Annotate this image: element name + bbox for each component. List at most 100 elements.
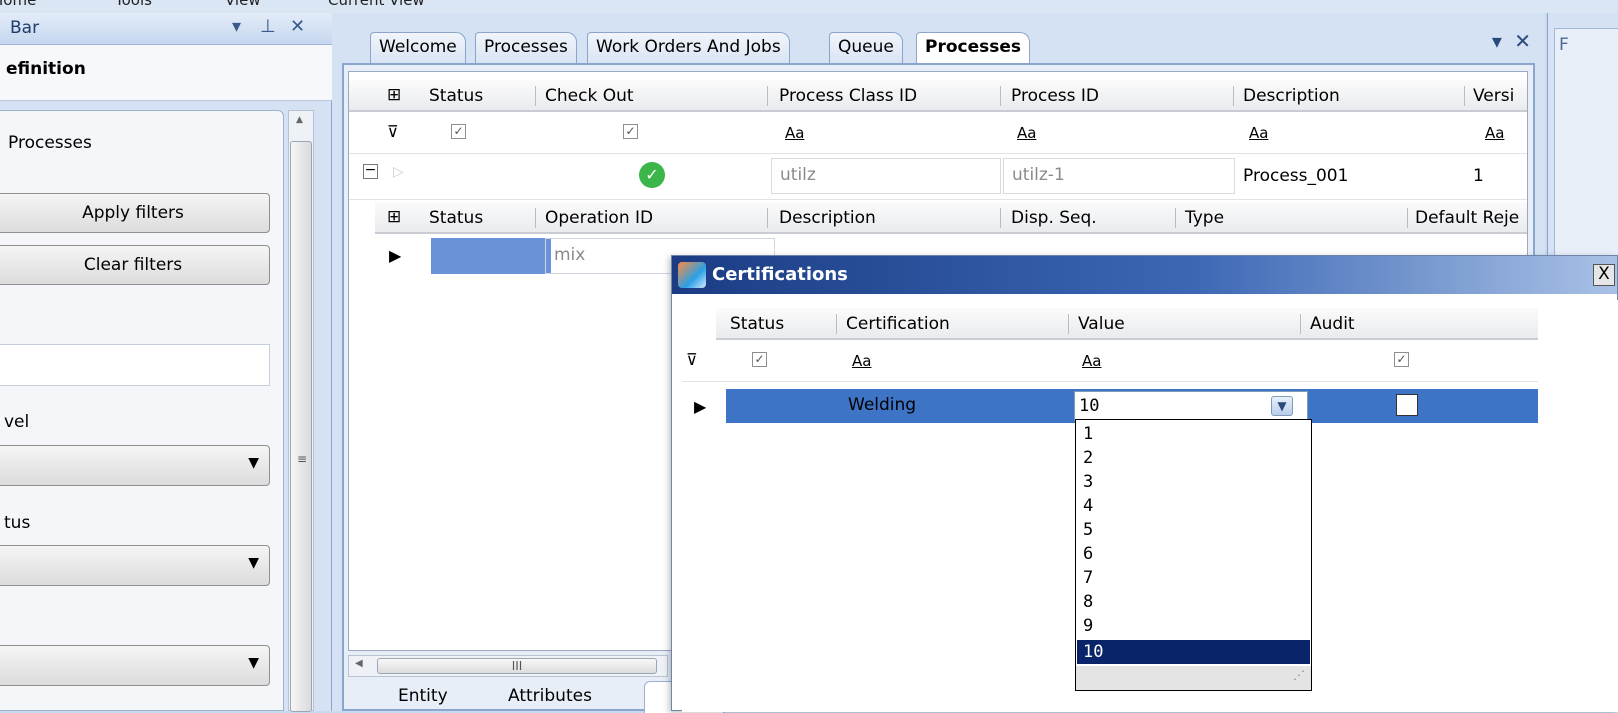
status-label: tus: [4, 513, 31, 533]
tab-welcome[interactable]: Welcome: [370, 32, 466, 63]
status-filter-checkbox[interactable]: ✓: [451, 124, 466, 139]
scroll-up-icon[interactable]: ▲: [296, 115, 303, 125]
chevron-down-icon[interactable]: ▾: [1492, 29, 1502, 53]
column-separator: [836, 314, 837, 334]
certification-row-selected[interactable]: Welding 10 ▼: [726, 389, 1538, 423]
value-filter[interactable]: Aa: [1082, 352, 1101, 370]
column-chooser-icon[interactable]: ⊞: [387, 85, 401, 105]
value-option-10-selected[interactable]: 10: [1077, 640, 1310, 665]
op-column-disp-seq[interactable]: Disp. Seq.: [1011, 208, 1097, 228]
cert-status-filter-checkbox[interactable]: ✓: [752, 352, 767, 367]
value-combo[interactable]: 10 ▼: [1074, 391, 1308, 421]
process-class-id-cell[interactable]: utilz: [771, 158, 1001, 194]
dropdown-arrow-icon: ▼: [248, 455, 259, 471]
tab-attributes[interactable]: Attributes: [498, 681, 602, 713]
scrollbar-thumb[interactable]: III: [377, 658, 657, 674]
close-icon[interactable]: X: [1593, 264, 1615, 286]
column-status[interactable]: Status: [429, 86, 483, 106]
check-out-filter-checkbox[interactable]: ✓: [623, 124, 638, 139]
filter-icon[interactable]: ⊽: [387, 122, 399, 141]
collapse-icon[interactable]: −: [363, 163, 378, 179]
left-vertical-scrollbar[interactable]: ▲ ≡: [288, 110, 314, 712]
apply-filters-button[interactable]: Apply filters: [0, 193, 270, 233]
column-process-id[interactable]: Process ID: [1011, 86, 1099, 106]
chevron-down-icon[interactable]: ▾: [232, 16, 241, 37]
operation-status-cell[interactable]: [431, 238, 551, 274]
column-separator: [1407, 208, 1408, 228]
version-filter[interactable]: Aa: [1485, 124, 1504, 142]
column-separator: [1000, 208, 1001, 228]
tab-processes[interactable]: Processes: [475, 32, 577, 63]
clear-filters-button[interactable]: Clear filters: [0, 245, 270, 285]
column-process-class-id[interactable]: Process Class ID: [779, 86, 917, 106]
cert-column-audit[interactable]: Audit: [1310, 314, 1355, 334]
column-chooser-icon[interactable]: ⊞: [387, 207, 401, 227]
left-panel-title: Bar: [10, 18, 40, 38]
horizontal-scrollbar[interactable]: ◀ III: [348, 655, 668, 677]
process-id-filter[interactable]: Aa: [1017, 124, 1036, 142]
audit-filter-checkbox[interactable]: ✓: [1394, 352, 1409, 367]
level-label: vel: [4, 412, 30, 432]
filter-icon[interactable]: ⊽: [686, 350, 698, 369]
status-combo[interactable]: ▼: [0, 545, 270, 586]
dropdown-arrow-icon: ▼: [248, 655, 259, 671]
certifications-grid-header: Status Certification Value Audit: [716, 308, 1538, 340]
value-option-6[interactable]: 6: [1077, 542, 1310, 566]
value-option-5[interactable]: 5: [1077, 518, 1310, 542]
value-option-7[interactable]: 7: [1077, 566, 1310, 590]
processes-label: Processes: [8, 133, 92, 153]
tab-work-orders-and-jobs[interactable]: Work Orders And Jobs: [587, 32, 790, 63]
cert-column-value[interactable]: Value: [1078, 314, 1125, 334]
chevron-down-icon[interactable]: ▼: [1271, 396, 1293, 416]
op-column-default-reject[interactable]: Default Reje: [1415, 208, 1519, 228]
column-version[interactable]: Versi: [1473, 86, 1514, 106]
menu-item-home[interactable]: Home: [0, 0, 36, 9]
description-filter[interactable]: Aa: [1249, 124, 1268, 142]
close-icon[interactable]: ✕: [290, 16, 305, 37]
value-option-2[interactable]: 2: [1077, 446, 1310, 470]
close-icon[interactable]: ✕: [1514, 29, 1531, 53]
value-option-8[interactable]: 8: [1077, 590, 1310, 614]
pin-icon[interactable]: ⊥: [260, 16, 276, 37]
dialog-title-bar[interactable]: Certifications X: [672, 256, 1617, 294]
process-id-cell[interactable]: utilz-1: [1003, 158, 1235, 194]
menu-item-tools[interactable]: Tools: [115, 0, 152, 9]
value-option-3[interactable]: 3: [1077, 470, 1310, 494]
process-row[interactable]: − ▷ ✓ utilz utilz-1 Process_001 1: [349, 154, 1527, 200]
op-column-operation-id[interactable]: Operation ID: [545, 208, 653, 228]
cert-column-certification[interactable]: Certification: [846, 314, 950, 334]
audit-checkbox[interactable]: [1396, 394, 1418, 416]
filter-text-input[interactable]: [0, 344, 270, 386]
scroll-left-icon[interactable]: ◀: [355, 658, 363, 669]
tab-processes-active[interactable]: Processes: [916, 32, 1031, 63]
third-combo[interactable]: ▼: [0, 645, 270, 686]
version-cell[interactable]: 1: [1473, 166, 1484, 186]
tab-entity[interactable]: Entity: [388, 681, 458, 713]
op-column-description[interactable]: Description: [779, 208, 876, 228]
certification-cell[interactable]: Welding: [848, 395, 916, 415]
op-column-status[interactable]: Status: [429, 208, 483, 228]
menu-item-view[interactable]: View: [225, 0, 261, 9]
cert-column-status[interactable]: Status: [730, 314, 784, 334]
resize-grip-icon: ⋰: [1293, 668, 1305, 682]
resize-grip[interactable]: ⋰: [1076, 666, 1311, 690]
column-check-out[interactable]: Check Out: [545, 86, 634, 106]
value-combo-text: 10: [1079, 396, 1100, 416]
column-separator: [767, 86, 768, 106]
menu-item-current-view[interactable]: Current View: [328, 0, 425, 9]
column-description[interactable]: Description: [1243, 86, 1340, 106]
column-separator: [1175, 208, 1176, 228]
op-column-type[interactable]: Type: [1185, 208, 1224, 228]
process-class-filter[interactable]: Aa: [785, 124, 804, 142]
tab-queue[interactable]: Queue: [829, 32, 903, 63]
level-combo[interactable]: ▼: [0, 445, 270, 486]
description-cell[interactable]: Process_001: [1243, 166, 1348, 186]
value-option-9[interactable]: 9: [1077, 614, 1310, 638]
dialog-title: Certifications: [712, 264, 848, 285]
scrollbar-thumb[interactable]: ≡: [290, 141, 312, 712]
grip-icon: ≡: [297, 452, 308, 466]
value-option-1[interactable]: 1: [1077, 422, 1310, 446]
green-check-icon: ✓: [639, 162, 665, 188]
value-option-4[interactable]: 4: [1077, 494, 1310, 518]
certification-filter[interactable]: Aa: [852, 352, 871, 370]
